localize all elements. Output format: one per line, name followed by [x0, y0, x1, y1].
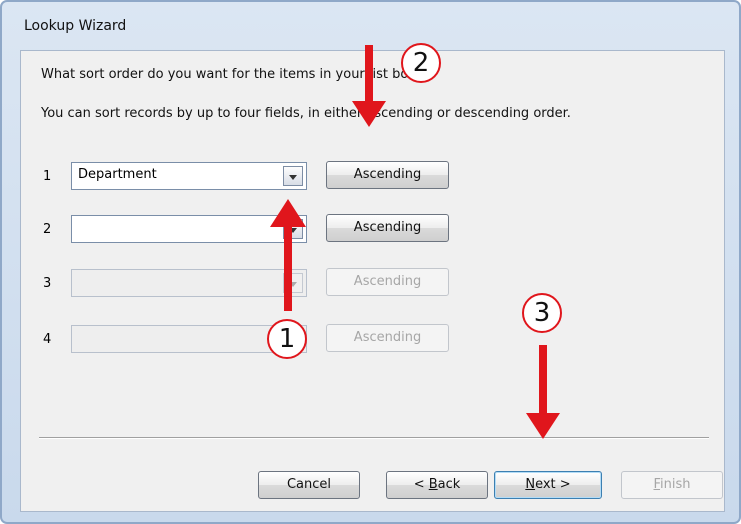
sort-field-1-combo[interactable]: Department	[71, 162, 307, 190]
lookup-wizard-window: Lookup Wizard What sort order do you wan…	[0, 0, 741, 524]
sort-order-1-button[interactable]: Ascending	[326, 161, 449, 189]
row-number-3: 3	[43, 276, 52, 291]
finish-button: Finish	[621, 471, 723, 499]
callout-2-arrow-shaft	[365, 45, 373, 103]
back-access-key: B	[428, 477, 438, 492]
callout-3-arrow-shaft	[539, 345, 547, 415]
back-button[interactable]: < Back	[386, 471, 488, 499]
arrow-up-icon	[270, 199, 306, 227]
row-number-2: 2	[43, 222, 52, 237]
sort-field-1-value: Department	[78, 167, 157, 182]
row-number-1: 1	[43, 169, 52, 184]
next-button[interactable]: Next >	[494, 471, 602, 499]
sort-field-3-combo	[71, 269, 307, 297]
sort-order-4-button: Ascending	[326, 324, 449, 352]
footer-separator	[39, 437, 709, 439]
callout-1-badge: 1	[267, 319, 307, 359]
callout-3-badge: 3	[522, 293, 562, 333]
wizard-client-area: What sort order do you want for the item…	[20, 43, 725, 512]
sort-instruction: You can sort records by up to four field…	[41, 106, 571, 121]
back-label-rest: ack	[437, 477, 461, 492]
sort-order-2-button[interactable]: Ascending	[326, 214, 449, 242]
cancel-button[interactable]: Cancel	[258, 471, 360, 499]
callout-2-badge: 2	[401, 43, 441, 83]
next-label-rest: ext >	[535, 477, 571, 492]
callout-1-arrow-shaft	[284, 226, 292, 311]
back-label-prefix: <	[413, 477, 429, 492]
window-title: Lookup Wizard	[24, 18, 127, 34]
chevron-down-icon[interactable]	[283, 166, 303, 186]
sort-order-3-button: Ascending	[326, 268, 449, 296]
arrow-down-icon	[526, 413, 560, 439]
next-access-key: N	[525, 477, 536, 492]
finish-label-rest: inish	[660, 477, 691, 492]
arrow-down-icon	[352, 101, 386, 127]
row-number-4: 4	[43, 332, 52, 347]
